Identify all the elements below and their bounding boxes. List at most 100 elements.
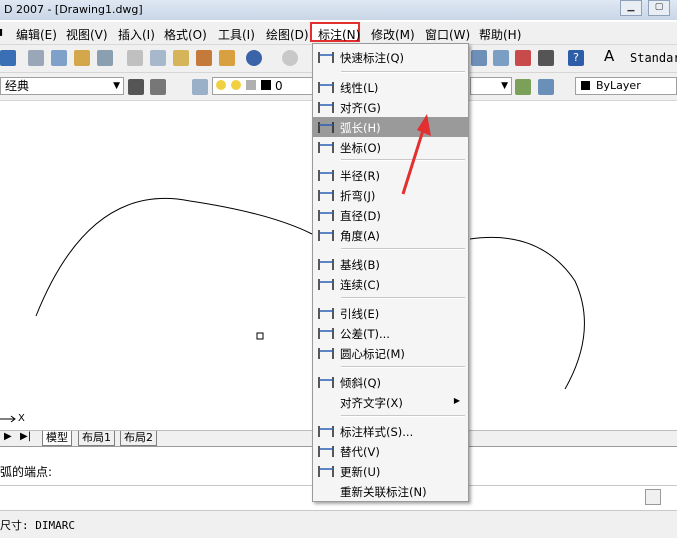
menu-item-item-15[interactable]: 对齐文字(X) ▶ (313, 392, 468, 412)
menu-draw[interactable]: 绘图(D) (266, 26, 309, 43)
menu-item-leader[interactable]: 引线(E) (313, 303, 468, 323)
minimize-button[interactable]: ▁ (620, 0, 642, 16)
menu-format[interactable]: 格式(O) (164, 26, 207, 43)
publish-icon[interactable] (74, 50, 90, 66)
layer-combo[interactable]: 0 (212, 77, 314, 95)
save-icon[interactable] (0, 50, 16, 66)
layer-state-icon[interactable] (538, 79, 554, 95)
layer-previous-icon[interactable] (515, 79, 531, 95)
layer-color-swatch (261, 80, 271, 90)
print-icon[interactable] (28, 50, 44, 66)
menu-item-label: 更新(U) (340, 465, 381, 479)
menu-item-label: 连续(C) (340, 278, 381, 292)
workspace-value: 经典 (5, 79, 30, 93)
menu-item-aligned[interactable]: 对齐(G) (313, 97, 468, 117)
menu-edit[interactable]: 编辑(E) (16, 26, 57, 43)
menu-item-dimension-style[interactable]: 标注样式(S)... (313, 421, 468, 441)
tab-layout1[interactable]: 布局1 (78, 431, 115, 446)
undo-icon[interactable] (246, 50, 262, 66)
linetype-combo[interactable]: ByLayer (575, 77, 677, 95)
menu-item-quick-dimension[interactable]: 快速标注(Q) (313, 47, 468, 67)
toolbar-icon-a[interactable] (471, 50, 487, 66)
menu-item-arc-length[interactable]: 弧长(H) (313, 117, 468, 137)
resize-grip-icon[interactable] (645, 489, 661, 505)
menu-item-ordinate[interactable]: 坐标(O) (313, 137, 468, 157)
menu-item-label: 基线(B) (340, 258, 380, 272)
ordinate-icon (317, 139, 335, 155)
menu-view[interactable]: 视图(V) (66, 26, 108, 43)
angular-icon (317, 227, 335, 243)
window-title: D 2007 - [Drawing1.dwg] (4, 3, 143, 16)
menu-help[interactable]: 帮助(H) (479, 26, 521, 43)
menu-item-label: 重新关联标注(N) (340, 485, 427, 499)
menu-item-angular[interactable]: 角度(A) (313, 225, 468, 245)
linear-icon (317, 79, 335, 95)
menu-dimension-label: 标注(N) (318, 28, 361, 42)
command-prompt: 弧的端点: (0, 465, 53, 479)
menu-item-jogged[interactable]: 折弯(J) (313, 185, 468, 205)
menu-item-label: 坐标(O) (340, 141, 382, 155)
center-mark-icon (317, 345, 335, 361)
menu-item-tolerance[interactable]: 公差(T)... (313, 323, 468, 343)
menu-item-oblique[interactable]: 倾斜(Q) (313, 372, 468, 392)
menu-item-radius[interactable]: 半径(R) (313, 165, 468, 185)
arc-left[interactable] (35, 197, 313, 317)
menu-item-update[interactable]: 更新(U) (313, 461, 468, 481)
menu-item-baseline[interactable]: 基线(B) (313, 254, 468, 274)
cut-icon[interactable] (127, 50, 143, 66)
menu-item-linear[interactable]: 线性(L) (313, 77, 468, 97)
arc-right[interactable] (469, 236, 585, 390)
calculator-icon[interactable] (538, 50, 554, 66)
menu-modify[interactable]: 修改(M) (371, 26, 415, 43)
menu-tools[interactable]: 工具(I) (218, 26, 255, 43)
text-style-value[interactable]: Standar (630, 51, 677, 65)
menu-window[interactable]: 窗口(W) (425, 26, 470, 43)
menu-dimension[interactable]: 标注(N) (310, 22, 360, 42)
workspace-settings-icon[interactable] (128, 79, 144, 95)
menu-item-override[interactable]: 替代(V) (313, 441, 468, 461)
toolbar-icon-c[interactable] (515, 50, 531, 66)
pickbox-cursor (256, 332, 264, 340)
menu-item-label: 对齐(G) (340, 101, 381, 115)
match-properties-icon[interactable] (196, 50, 212, 66)
lock-icon (246, 80, 256, 90)
menu-item-label: 公差(T)... (340, 327, 390, 341)
menu-item-diameter[interactable]: 直径(D) (313, 205, 468, 225)
etransmit-icon[interactable] (97, 50, 113, 66)
tab-layout2[interactable]: 布局2 (120, 431, 157, 446)
color-combo[interactable]: ▼ (470, 77, 512, 95)
leader-icon (317, 305, 335, 321)
tab-scroll-last-icon[interactable]: ▶| (20, 431, 31, 442)
menu-item-item-19[interactable]: 重新关联标注(N) (313, 481, 468, 501)
override-icon (317, 443, 335, 459)
block-editor-icon[interactable] (219, 50, 235, 66)
menu-item-label: 角度(A) (340, 229, 380, 243)
menu-item-label: 快速标注(Q) (340, 51, 405, 65)
layer-manager-icon[interactable] (192, 79, 208, 95)
light-bulb-icon (216, 80, 226, 90)
plot-preview-icon[interactable] (51, 50, 67, 66)
paste-icon[interactable] (173, 50, 189, 66)
text-style-icon: A (604, 47, 615, 65)
sun-icon (231, 80, 241, 90)
menu-item-continue[interactable]: 连续(C) (313, 274, 468, 294)
help-icon[interactable]: ? (568, 50, 584, 66)
menu-item-label: 弧长(H) (340, 121, 381, 135)
continue-icon (317, 276, 335, 292)
tab-scroll-next-icon[interactable]: ▶ (4, 431, 12, 442)
oblique-icon (317, 374, 335, 390)
menu-item-center-mark[interactable]: 圆心标记(M) (313, 343, 468, 363)
workspace-combo[interactable]: 经典 ▼ (0, 77, 124, 95)
update-icon (317, 463, 335, 479)
redo-icon[interactable] (282, 50, 298, 66)
toolbar-icon-b[interactable] (493, 50, 509, 66)
chevron-down-icon: ▼ (501, 81, 508, 91)
menu-separator (341, 71, 465, 73)
tab-model[interactable]: 模型 (42, 431, 72, 446)
ucs-x-label: X (18, 413, 25, 424)
app-icon[interactable]: ▪ (0, 24, 4, 40)
menu-insert[interactable]: 插入(I) (118, 26, 155, 43)
copy-icon[interactable] (150, 50, 166, 66)
workspace-save-icon[interactable] (150, 79, 166, 95)
maximize-button[interactable]: ▢ (648, 0, 670, 16)
